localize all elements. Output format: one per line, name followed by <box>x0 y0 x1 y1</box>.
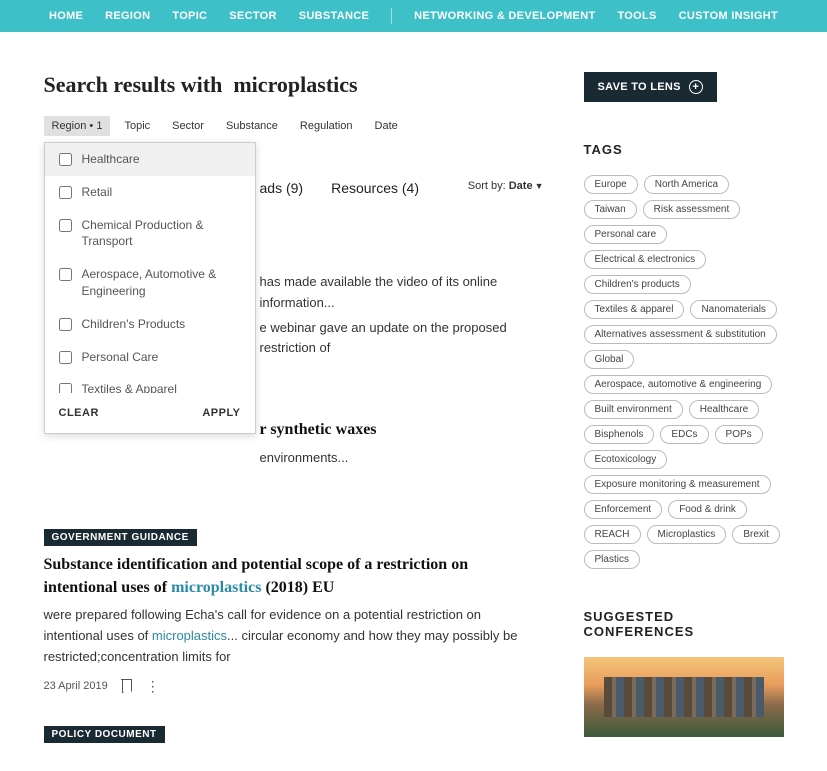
dropdown-clear-button[interactable]: CLEAR <box>59 407 99 419</box>
plus-circle-icon: + <box>689 80 703 94</box>
save-to-lens-button[interactable]: SAVE TO LENS + <box>584 72 717 102</box>
search-results-heading: Search results with microplastics <box>44 72 544 98</box>
tag[interactable]: North America <box>644 175 729 194</box>
nav-tools[interactable]: TOOLS <box>617 10 656 22</box>
dropdown-item-healthcare[interactable]: Healthcare <box>45 143 255 176</box>
dropdown-item-retail[interactable]: Retail <box>45 176 255 209</box>
tag[interactable]: EDCs <box>660 425 708 444</box>
article-title[interactable]: r synthetic waxes <box>260 419 544 441</box>
checkbox[interactable] <box>59 268 72 281</box>
tab-resources[interactable]: Resources (4) <box>331 180 419 202</box>
article-excerpt: were prepared following Echa's call for … <box>44 605 544 667</box>
dropdown-item-chemical[interactable]: Chemical Production & Transport <box>45 209 255 259</box>
tag[interactable]: Brexit <box>732 525 780 544</box>
checkbox[interactable] <box>59 318 72 331</box>
tags-list: Europe North America Taiwan Risk assessment… <box>584 175 784 569</box>
tag[interactable]: Children's products <box>584 275 691 294</box>
dropdown-item-personalcare[interactable]: Personal Care <box>45 341 255 374</box>
tag[interactable]: Bisphenols <box>584 425 655 444</box>
nav-substance[interactable]: SUBSTANCE <box>299 10 369 22</box>
article-badge: GOVERNMENT GUIDANCE <box>44 529 197 546</box>
checkbox[interactable] <box>59 153 72 166</box>
tag[interactable]: Aerospace, automotive & engineering <box>584 375 773 394</box>
tag[interactable]: Europe <box>584 175 638 194</box>
filter-tabs: Region • 1 Topic Sector Substance Regula… <box>44 116 544 136</box>
checkbox[interactable] <box>59 186 72 199</box>
nav-sector[interactable]: SECTOR <box>229 10 276 22</box>
tag[interactable]: REACH <box>584 525 641 544</box>
bookmark-icon[interactable] <box>122 680 132 693</box>
dropdown-apply-button[interactable]: APPLY <box>202 407 240 419</box>
tag[interactable]: Taiwan <box>584 200 637 219</box>
filter-tab-substance[interactable]: Substance <box>218 116 286 136</box>
nav-divider <box>391 8 392 24</box>
top-nav: HOME REGION TOPIC SECTOR SUBSTANCE NETWO… <box>0 0 827 32</box>
tag[interactable]: Nanomaterials <box>690 300 776 319</box>
tag[interactable]: Personal care <box>584 225 668 244</box>
nav-region[interactable]: REGION <box>105 10 150 22</box>
nav-networking[interactable]: NETWORKING & DEVELOPMENT <box>414 10 595 22</box>
tag[interactable]: Healthcare <box>689 400 759 419</box>
chevron-down-icon: ▼ <box>535 181 544 191</box>
checkbox[interactable] <box>59 219 72 232</box>
filter-tab-date[interactable]: Date <box>367 116 406 136</box>
dropdown-scroll[interactable]: Healthcare Retail Chemical Production & … <box>45 143 255 393</box>
nav-home[interactable]: HOME <box>49 10 83 22</box>
nav-topic[interactable]: TOPIC <box>172 10 207 22</box>
article-badge: POLICY DOCUMENT <box>44 726 165 743</box>
filter-tab-regulation[interactable]: Regulation <box>292 116 361 136</box>
tag[interactable]: Electrical & electronics <box>584 250 707 269</box>
tag[interactable]: Enforcement <box>584 500 663 519</box>
tag[interactable]: Exposure monitoring & measurement <box>584 475 771 494</box>
tags-heading: TAGS <box>584 142 784 157</box>
conference-image[interactable] <box>584 657 784 737</box>
dropdown-item-childrens[interactable]: Children's Products <box>45 308 255 341</box>
tag[interactable]: Global <box>584 350 635 369</box>
article-excerpt: environments... <box>260 448 544 469</box>
tag[interactable]: Alternatives assessment & substitution <box>584 325 777 344</box>
checkbox[interactable] <box>59 383 72 393</box>
tag[interactable]: Built environment <box>584 400 683 419</box>
filter-tab-region[interactable]: Region • 1 <box>44 116 111 136</box>
filter-tab-topic[interactable]: Topic <box>116 116 158 136</box>
tag[interactable]: Plastics <box>584 550 640 569</box>
tab-downloads[interactable]: ads (9) <box>260 180 304 202</box>
article-title[interactable]: Substance identification and potential s… <box>44 554 544 599</box>
filter-tab-sector[interactable]: Sector <box>164 116 212 136</box>
article-excerpt: has made available the video of its onli… <box>260 272 544 314</box>
dropdown-item-textiles[interactable]: Textiles & Apparel <box>45 373 255 393</box>
tag[interactable]: POPs <box>715 425 763 444</box>
nav-custom[interactable]: CUSTOM INSIGHT <box>679 10 778 22</box>
tag[interactable]: Food & drink <box>668 500 747 519</box>
article-policy-doc: POLICY DOCUMENT <box>44 725 544 751</box>
tag[interactable]: Risk assessment <box>643 200 741 219</box>
article-date: 23 April 2019 <box>44 680 108 692</box>
tag[interactable]: Microplastics <box>647 525 727 544</box>
tag[interactable]: Ecotoxicology <box>584 450 668 469</box>
tag[interactable]: Textiles & apparel <box>584 300 685 319</box>
dropdown-item-aerospace[interactable]: Aerospace, Automotive & Engineering <box>45 258 255 308</box>
article-gov-guidance: GOVERNMENT GUIDANCE Substance identifica… <box>44 528 544 694</box>
more-icon[interactable]: ⋮ <box>146 678 160 695</box>
checkbox[interactable] <box>59 351 72 364</box>
sector-dropdown: Healthcare Retail Chemical Production & … <box>44 142 256 434</box>
conferences-heading: SUGGESTED CONFERENCES <box>584 609 784 639</box>
article-excerpt: e webinar gave an update on the proposed… <box>260 318 544 360</box>
